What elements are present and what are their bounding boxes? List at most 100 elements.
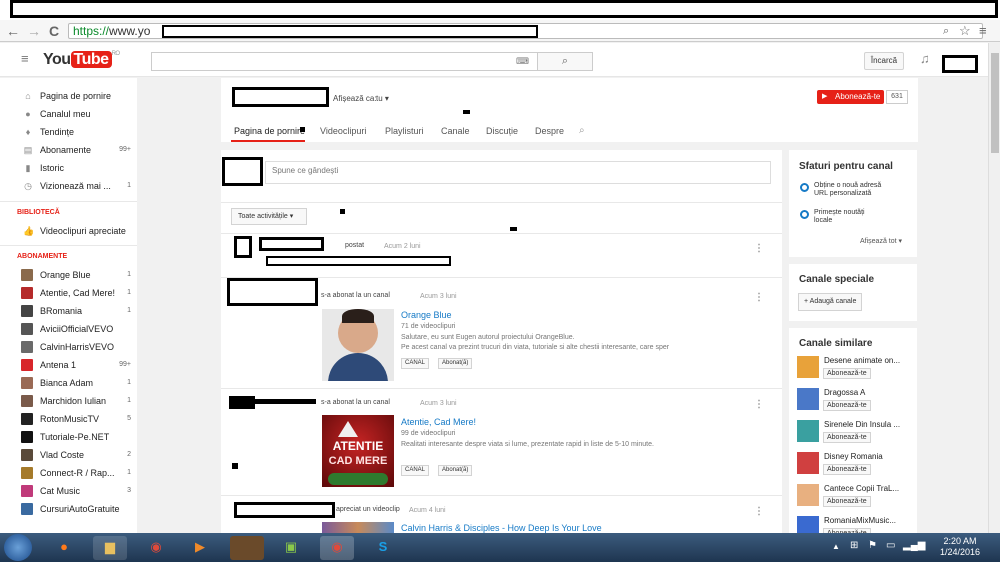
activity-filter-dropdown[interactable]: Toate activitățile ▾ (231, 208, 307, 225)
tab-playlists[interactable]: Playlisturi (385, 126, 424, 136)
video-thumbnail[interactable] (322, 522, 394, 533)
subscription-item[interactable]: CalvinHarrisVEVO (0, 338, 137, 356)
upload-button[interactable]: Încarcă (864, 52, 904, 70)
back-icon[interactable]: ← (6, 23, 20, 39)
channel-thumbnail[interactable] (797, 356, 819, 378)
more-options-icon[interactable]: ⋮ (754, 399, 764, 410)
subscribe-button[interactable]: Abonează-te (823, 464, 871, 475)
similar-channel-name[interactable]: Desene animate on... (824, 356, 900, 365)
subscription-item[interactable]: CursuriAutoGratuite (0, 500, 137, 518)
similar-channel-item[interactable]: Disney Romania Abonează-te (797, 450, 917, 478)
more-options-icon[interactable]: ⋮ (754, 506, 764, 517)
guide-item-subscriptions[interactable]: ▤ Abonamente 99+ (0, 141, 137, 159)
start-button-icon[interactable] (4, 534, 32, 561)
media-player-icon[interactable]: ▶ (183, 536, 217, 560)
security-app-icon[interactable]: ▣ (274, 536, 308, 560)
atentie-cad-mere-thumbnail[interactable]: ATENTIE CAD MERE (322, 415, 394, 487)
radio-circle-icon[interactable] (800, 210, 809, 219)
similar-channel-name[interactable]: RomaniaMixMusic... (824, 516, 896, 525)
game-app-icon[interactable] (230, 536, 264, 560)
firefox-icon[interactable]: ● (47, 536, 81, 560)
action-center-icon[interactable]: ⚑ (868, 540, 877, 551)
subscription-item[interactable]: RotonMusicTV 5 (0, 410, 137, 428)
tab-channels[interactable]: Canale (441, 126, 470, 136)
subscription-item[interactable]: Orange Blue 1 (0, 266, 137, 284)
system-clock[interactable]: 2:20 AM 1/24/2016 (940, 536, 980, 558)
guide-item-liked-videos[interactable]: 👍 Videoclipuri apreciate (0, 222, 137, 240)
similar-channel-item[interactable]: Sirenele Din Insula ... Abonează-te (797, 418, 917, 446)
similar-channel-item[interactable]: Desene animate on... Abonează-te (797, 354, 917, 382)
video-title-link[interactable]: Calvin Harris & Disciples - How Deep Is … (401, 523, 602, 533)
windows-flag-icon[interactable]: ⊞ (850, 540, 858, 551)
chrome-icon[interactable]: ◉ (139, 536, 173, 560)
subscribed-button[interactable]: Abonat(ă) (438, 465, 473, 476)
subscription-item[interactable]: Vlad Coste 2 (0, 446, 137, 464)
subscription-item[interactable]: AviciiOfficialVEVO (0, 320, 137, 338)
subscription-item[interactable]: Bianca Adam 1 (0, 374, 137, 392)
subscribe-button[interactable]: Abonează-te (823, 432, 871, 443)
subscribed-button[interactable]: Abonat(ă) (438, 358, 473, 369)
more-options-icon[interactable]: ⋮ (754, 243, 764, 254)
guide-item-my-channel[interactable]: ● Canalul meu (0, 105, 137, 123)
scrollbar-thumb[interactable] (991, 53, 999, 153)
similar-channel-item[interactable]: Cantece Copii TraL... Abonează-te (797, 482, 917, 510)
channel-thumbnail[interactable] (797, 452, 819, 474)
guide-item-watch-later[interactable]: ◷ Vizionează mai ... 1 (0, 177, 137, 195)
guide-item-trending[interactable]: ♦ Tendințe (0, 123, 137, 141)
guide-item-history[interactable]: ▮ Istoric (0, 159, 137, 177)
subscribe-button[interactable]: Abonează-te (823, 496, 871, 507)
subscribe-button[interactable]: ▶ Abonează-te (817, 90, 884, 104)
subscribe-button[interactable]: Abonează-te (823, 400, 871, 411)
tip-item[interactable]: Primește noutăți locale (814, 209, 882, 225)
display-icon[interactable]: ▭ (886, 540, 895, 551)
tab-videos[interactable]: Videoclipuri (320, 126, 366, 136)
channel-thumbnail[interactable] (797, 484, 819, 506)
reload-icon[interactable]: C (49, 23, 59, 39)
similar-channel-item[interactable]: RomaniaMixMusic...Abonează-te (797, 514, 917, 533)
tab-home[interactable]: Pagina de pornire (234, 126, 305, 136)
youtube-logo[interactable]: You Tube RO (43, 51, 120, 69)
post-input[interactable]: Spune ce gândești (265, 161, 771, 184)
subscription-item[interactable]: Cat Music 3 (0, 482, 137, 500)
page-scrollbar[interactable] (988, 43, 1000, 533)
tray-arrow-icon[interactable]: ▲ (832, 542, 840, 551)
similar-channel-name[interactable]: Disney Romania (824, 452, 883, 461)
volume-icon[interactable]: ♪ (921, 540, 926, 551)
tab-about[interactable]: Despre (535, 126, 564, 136)
bookmark-star-icon[interactable]: ☆ (959, 23, 971, 39)
orange-blue-thumbnail[interactable] (322, 309, 394, 381)
menu-icon[interactable]: ≡ (979, 23, 987, 39)
forward-icon[interactable]: → (27, 23, 41, 39)
subscription-item[interactable]: Atentie, Cad Mere! 1 (0, 284, 137, 302)
similar-channel-name[interactable]: Dragossa A (824, 388, 865, 397)
subscription-item[interactable]: BRomania 1 (0, 302, 137, 320)
subscription-item[interactable]: Tutoriale-Pe.NET (0, 428, 137, 446)
add-channels-button[interactable]: + Adaugă canale (798, 293, 863, 311)
subscription-item[interactable]: Connect-R / Rap... 1 (0, 464, 137, 482)
channel-thumbnail[interactable] (797, 516, 819, 533)
chrome-active-icon[interactable]: ◉ (320, 536, 354, 560)
similar-channel-item[interactable]: Dragossa A Abonează-te (797, 386, 917, 414)
explorer-icon[interactable]: ▆ (93, 536, 127, 560)
channel-title-link[interactable]: Orange Blue (401, 310, 452, 320)
subscription-item[interactable]: Marchidon Iulian 1 (0, 392, 137, 410)
tip-item[interactable]: Obține o nouă adresă URL personalizată (814, 182, 882, 198)
channel-title-link[interactable]: Atentie, Cad Mere! (401, 417, 476, 427)
more-options-icon[interactable]: ⋮ (754, 292, 764, 303)
show-all-link[interactable]: Afișează tot ▾ (860, 237, 902, 245)
view-as-dropdown[interactable]: tu ▾ (376, 94, 389, 103)
subscribe-button[interactable]: Abonează-te (823, 368, 871, 379)
keyboard-icon[interactable]: ⌨ (516, 56, 529, 67)
tab-discussion[interactable]: Discuție (486, 126, 518, 136)
channel-thumbnail[interactable] (797, 388, 819, 410)
similar-channel-name[interactable]: Cantece Copii TraL... (824, 484, 899, 493)
search-button[interactable]: ⌕ (537, 52, 593, 71)
guide-item-home[interactable]: ⌂ Pagina de pornire (0, 87, 137, 105)
channel-search-icon[interactable]: ⌕ (579, 125, 585, 136)
search-input[interactable]: ⌨ (151, 52, 538, 71)
similar-channel-name[interactable]: Sirenele Din Insula ... (824, 420, 900, 429)
guide-menu-icon[interactable]: ≡ (21, 51, 29, 66)
subscription-item[interactable]: Antena 1 99+ (0, 356, 137, 374)
notifications-bell-icon[interactable]: ♫ (920, 51, 930, 66)
channel-thumbnail[interactable] (797, 420, 819, 442)
